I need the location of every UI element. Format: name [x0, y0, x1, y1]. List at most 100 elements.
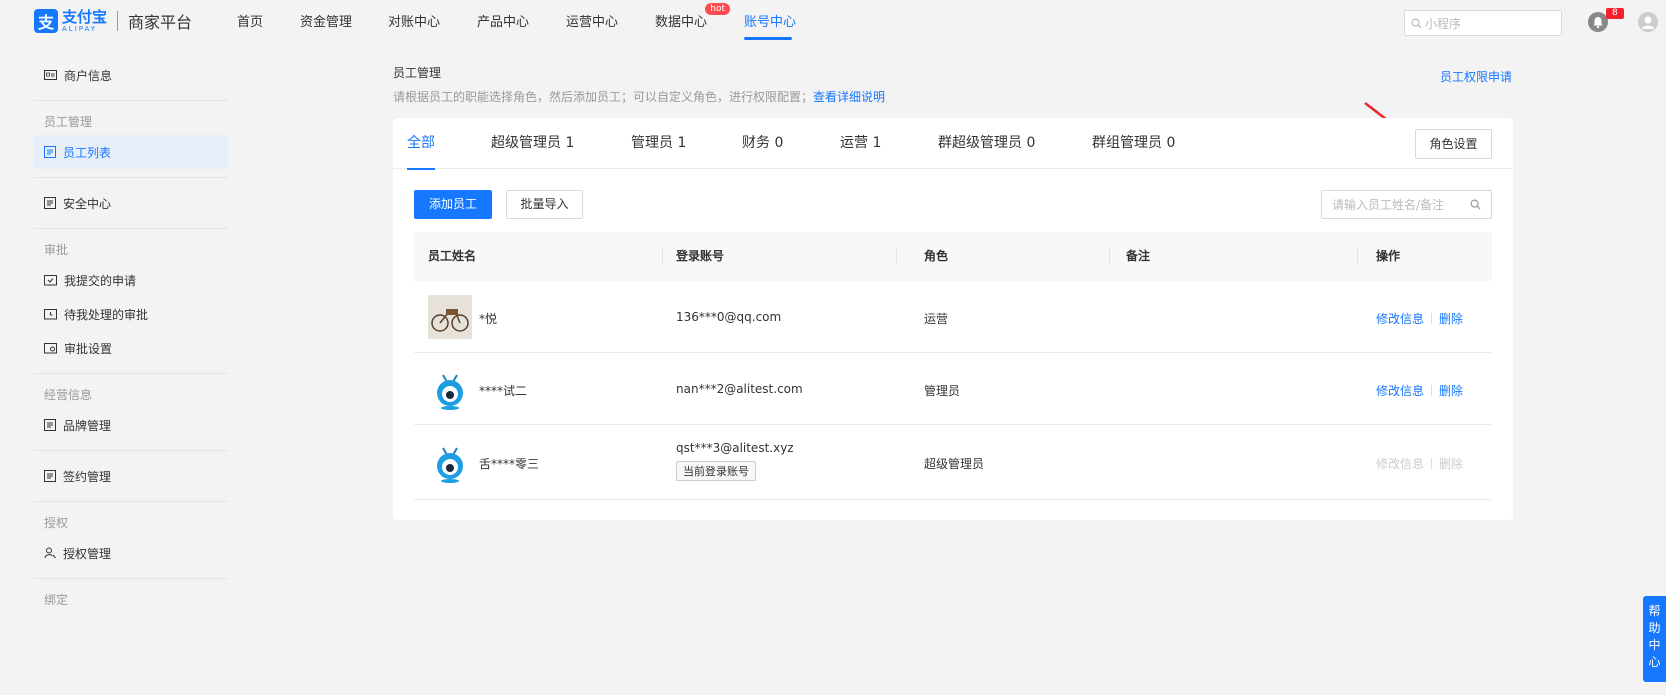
sidebar-item-brand-management[interactable]: 品牌管理: [34, 408, 228, 442]
tab-operations[interactable]: 运营 1: [840, 118, 881, 169]
sidebar-divider: [34, 373, 228, 374]
sidebar: 商户信息 员工管理 员工列表 安全中心 审批 我提交的申请 待我处理的审批 审批…: [34, 58, 228, 613]
page-description: 请根据员工的职能选择角色，然后添加员工；可以自定义角色，进行权限配置；查看详细说…: [393, 88, 885, 105]
user-key-icon: [44, 547, 56, 559]
list-icon: [44, 146, 56, 158]
nav-operations[interactable]: 运营中心: [566, 0, 655, 46]
employee-name: *悦: [479, 312, 498, 326]
batch-import-button[interactable]: 批量导入: [506, 190, 583, 219]
header-role: 角色: [924, 249, 949, 263]
tab-finance[interactable]: 财务 0: [742, 118, 783, 169]
sidebar-group-staff: 员工管理: [44, 115, 93, 129]
action-divider: [1431, 385, 1433, 396]
table-header: 员工姓名 登录账号 角色 备注 操作: [414, 232, 1492, 281]
detail-link[interactable]: 查看详细说明: [813, 90, 885, 104]
delete-link[interactable]: 删除: [1439, 384, 1463, 398]
add-employee-button[interactable]: 添加员工: [414, 190, 492, 219]
row-actions: 修改信息 删除: [1376, 455, 1463, 472]
edit-info-link[interactable]: 修改信息: [1376, 312, 1424, 326]
tab-super-admin[interactable]: 超级管理员 1: [491, 118, 574, 169]
employee-search-placeholder: 请输入员工姓名/备注: [1332, 198, 1445, 212]
sidebar-item-pending-approval[interactable]: 待我处理的审批: [34, 297, 228, 331]
platform-name: 商家平台: [128, 13, 193, 32]
user-avatar[interactable]: [1638, 12, 1658, 32]
tab-group-admin[interactable]: 群组管理员 0: [1092, 118, 1175, 169]
sidebar-item-label: 我提交的申请: [64, 273, 137, 288]
sidebar-item-staff-list[interactable]: 员工列表: [34, 135, 228, 169]
role-tabs: 全部 超级管理员 1 管理员 1 财务 0 运营 1 群超级管理员 0 群组管理…: [393, 118, 1513, 170]
id-card-icon: [44, 70, 57, 80]
hot-badge: hot: [705, 3, 730, 15]
bicycle-photo-avatar: [428, 295, 472, 339]
tab-all[interactable]: 全部: [407, 118, 435, 170]
nav-products[interactable]: 产品中心: [477, 0, 566, 46]
sidebar-divider: [34, 578, 228, 579]
sidebar-item-security-center[interactable]: 安全中心: [34, 186, 228, 220]
employee-name: 舌****零三: [479, 457, 540, 471]
sidebar-item-label: 签约管理: [63, 469, 112, 484]
tab-group-super-admin[interactable]: 群超级管理员 0: [938, 118, 1035, 169]
sidebar-divider: [34, 177, 228, 178]
sidebar-item-merchant-info[interactable]: 商户信息: [34, 58, 228, 92]
sidebar-item-label: 安全中心: [63, 196, 112, 211]
sidebar-item-label: 授权管理: [63, 546, 112, 561]
staff-table: 员工姓名 登录账号 角色 备注 操作 *悦 136***0@qq.com 运营 …: [414, 232, 1492, 500]
brand-name: 支付宝: [62, 7, 108, 26]
row-actions: 修改信息 删除: [1376, 310, 1463, 327]
bell-icon[interactable]: [1588, 12, 1608, 32]
calendar-clock-icon: [44, 309, 57, 320]
sidebar-item-approval-settings[interactable]: 审批设置: [34, 331, 228, 365]
edit-info-link-disabled: 修改信息: [1376, 457, 1425, 471]
brand-name-en: ALIPAY: [62, 24, 98, 33]
sidebar-item-auth-management[interactable]: 授权管理: [34, 536, 228, 570]
nav-data-label: 数据中心: [655, 15, 708, 30]
nav-funds[interactable]: 资金管理: [300, 0, 388, 46]
logo-divider: [117, 11, 119, 31]
alipay-logo[interactable]: 支 支付宝 ALIPAY 商家平台: [34, 9, 192, 33]
calendar-check-icon: [44, 275, 57, 286]
employee-account: 136***0@qq.com: [676, 310, 782, 324]
action-divider: [1431, 458, 1433, 469]
ant-mascot-avatar: [428, 440, 472, 484]
help-center-label: 帮助中心: [1648, 604, 1661, 669]
help-center-tab[interactable]: 帮助中心: [1643, 596, 1666, 682]
list-icon: [44, 197, 56, 209]
header-divider: [1357, 248, 1358, 265]
search-icon: [1470, 199, 1481, 210]
staff-card: 全部 超级管理员 1 管理员 1 财务 0 运营 1 群超级管理员 0 群组管理…: [393, 118, 1513, 520]
edit-info-link[interactable]: 修改信息: [1376, 384, 1424, 398]
mini-program-search[interactable]: 小程序: [1404, 10, 1562, 36]
list-icon: [44, 470, 56, 482]
sidebar-item-label: 商户信息: [64, 68, 113, 83]
search-icon: [1411, 18, 1422, 29]
employee-account: nan***2@alitest.com: [676, 382, 803, 396]
nav-reconciliation[interactable]: 对账中心: [388, 0, 477, 46]
nav-account-center[interactable]: 账号中心: [744, 0, 796, 46]
sidebar-item-label: 审批设置: [64, 341, 113, 356]
delete-link-disabled: 删除: [1439, 457, 1464, 471]
employee-account: qst***3@alitest.xyz: [676, 441, 794, 455]
alipay-logo-icon: 支: [34, 9, 58, 33]
employee-search-input[interactable]: 请输入员工姓名/备注: [1321, 190, 1492, 219]
header-note: 备注: [1126, 249, 1151, 263]
header-account: 登录账号: [676, 249, 725, 263]
page-description-text: 请根据员工的职能选择角色，然后添加员工；可以自定义角色，进行权限配置；: [393, 90, 814, 104]
permission-apply-link[interactable]: 员工权限申请: [1440, 68, 1512, 85]
top-navigation-bar: 支 支付宝 ALIPAY 商家平台 首页 资金管理 对账中心 产品中心 运营中心…: [0, 0, 1666, 46]
sidebar-group-business: 经营信息: [44, 388, 93, 402]
delete-link[interactable]: 删除: [1439, 312, 1463, 326]
sidebar-item-contract-management[interactable]: 签约管理: [34, 459, 228, 493]
tab-admin[interactable]: 管理员 1: [631, 118, 686, 169]
settings-card-icon: [44, 343, 57, 354]
nav-data[interactable]: 数据中心 hot: [655, 0, 744, 46]
sidebar-divider: [34, 450, 228, 451]
header-divider: [662, 248, 663, 265]
sidebar-item-label: 员工列表: [63, 145, 112, 160]
mini-program-search-placeholder: 小程序: [1425, 16, 1462, 31]
employee-role: 管理员: [924, 384, 961, 398]
sidebar-item-my-submitted[interactable]: 我提交的申请: [34, 263, 228, 297]
main-nav: 首页 资金管理 对账中心 产品中心 运营中心 数据中心 hot 账号中心: [237, 0, 796, 46]
page-title: 员工管理: [393, 66, 442, 80]
role-settings-button[interactable]: 角色设置: [1415, 129, 1492, 159]
nav-home[interactable]: 首页: [237, 0, 300, 46]
